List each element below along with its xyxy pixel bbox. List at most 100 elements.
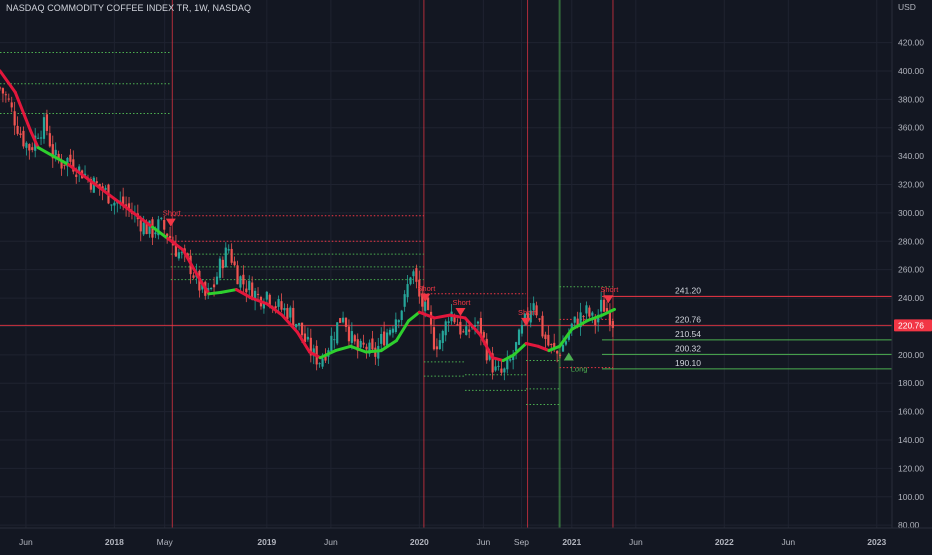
- candle-body: [113, 202, 116, 206]
- candle-body: [242, 274, 245, 285]
- candle-body: [468, 329, 471, 332]
- candle-body: [180, 252, 183, 254]
- candle-body: [25, 142, 28, 148]
- candle-body: [7, 98, 10, 100]
- candle-body: [177, 252, 180, 259]
- candle-body: [347, 326, 351, 342]
- candle-body: [330, 335, 333, 352]
- candle-body: [339, 318, 342, 323]
- candle-body: [10, 102, 13, 108]
- candle-body: [37, 137, 40, 139]
- candle-body: [280, 301, 283, 310]
- candle-body: [412, 271, 415, 277]
- candle-body: [212, 284, 216, 288]
- candle-body: [465, 326, 468, 335]
- candle-body: [160, 217, 163, 219]
- chart-root: 241.20 220.76 210.54 200.32 190.10 Short Short…: [0, 0, 932, 550]
- candle-body: [292, 307, 295, 326]
- candle-body: [476, 321, 480, 324]
- candle-body: [459, 321, 462, 335]
- y-tick-label: 400.00: [898, 66, 924, 76]
- candle-body: [544, 334, 547, 339]
- y-tick-label: 160.00: [898, 407, 924, 417]
- candle-body: [104, 187, 107, 190]
- candle-body: [63, 164, 66, 166]
- candle-body: [318, 363, 321, 365]
- candle-body: [218, 258, 222, 278]
- candle-body: [600, 299, 603, 312]
- candle-body: [283, 308, 286, 311]
- candle-body: [54, 149, 57, 156]
- candle-body: [215, 276, 219, 285]
- candle-body: [385, 332, 389, 346]
- candle-body: [591, 312, 594, 316]
- candle-body: [1, 88, 5, 94]
- candle-body: [424, 301, 427, 311]
- price-level-label: 241.20: [675, 285, 701, 295]
- candle-body: [13, 111, 16, 126]
- candle-body: [397, 320, 400, 323]
- short-signal-label: Short: [163, 209, 182, 218]
- candle-body: [391, 328, 395, 333]
- candle-body: [550, 343, 553, 345]
- candle-body: [564, 341, 568, 345]
- candle-body: [602, 299, 606, 312]
- candle-body: [394, 319, 397, 332]
- long-signal-label: Long: [571, 365, 588, 374]
- candle-body: [509, 359, 512, 361]
- candle-body: [406, 284, 409, 298]
- candle-body: [333, 339, 336, 341]
- candle-body: [233, 261, 236, 266]
- x-tick-label: 2020: [410, 537, 429, 547]
- y-tick-label: 320.00: [898, 180, 924, 190]
- candle-body: [365, 346, 368, 350]
- candle-body: [503, 368, 506, 373]
- candle-body: [611, 320, 614, 328]
- x-tick-label: 2018: [105, 537, 124, 547]
- price-chart[interactable]: 241.20 220.76 210.54 200.32 190.10 Short Short…: [0, 0, 932, 550]
- candle-body: [221, 259, 224, 269]
- x-tick-label: 2021: [562, 537, 581, 547]
- candle-body: [350, 331, 353, 343]
- chart-background: [0, 0, 932, 550]
- candle-body: [306, 336, 309, 340]
- candle-body: [48, 133, 51, 147]
- y-tick-label: 340.00: [898, 151, 924, 161]
- price-level-label: 220.76: [675, 314, 701, 324]
- candle-body: [256, 293, 260, 295]
- y-tick-label: 200.00: [898, 350, 924, 360]
- x-tick-label: Jun: [629, 537, 643, 547]
- candle-body: [31, 147, 34, 150]
- candle-body: [388, 329, 392, 335]
- candle-body: [547, 334, 550, 346]
- chart-title: NASDAQ COMMODITY COFFEE INDEX TR, 1W, NA…: [6, 3, 252, 13]
- candle-body: [95, 181, 98, 184]
- candle-body: [447, 321, 450, 323]
- candle-body: [585, 305, 588, 314]
- short-signal-label: Short: [452, 298, 471, 307]
- candle-body: [482, 332, 485, 338]
- candle-body: [300, 322, 304, 336]
- candle-body: [245, 288, 248, 293]
- candle-body: [336, 322, 339, 344]
- candle-body: [456, 324, 459, 326]
- y-tick-label: 100.00: [898, 492, 924, 502]
- candle-body: [224, 247, 227, 268]
- candle-body: [441, 330, 444, 344]
- candle-body: [353, 335, 356, 342]
- candle-body: [371, 338, 374, 350]
- candle-body: [19, 133, 22, 136]
- candle-body: [139, 220, 142, 232]
- currency-label: USD: [898, 2, 916, 12]
- x-tick-label: Jun: [19, 537, 33, 547]
- price-level-label: 210.54: [675, 329, 701, 339]
- candle-body: [42, 117, 46, 139]
- candle-body: [295, 323, 298, 328]
- candle-body: [573, 316, 576, 323]
- candle-body: [497, 365, 500, 367]
- candle-body: [210, 288, 213, 290]
- candle-body: [227, 249, 230, 251]
- candle-body: [380, 333, 383, 344]
- y-tick-label: 420.00: [898, 38, 924, 48]
- candle-body: [22, 130, 25, 147]
